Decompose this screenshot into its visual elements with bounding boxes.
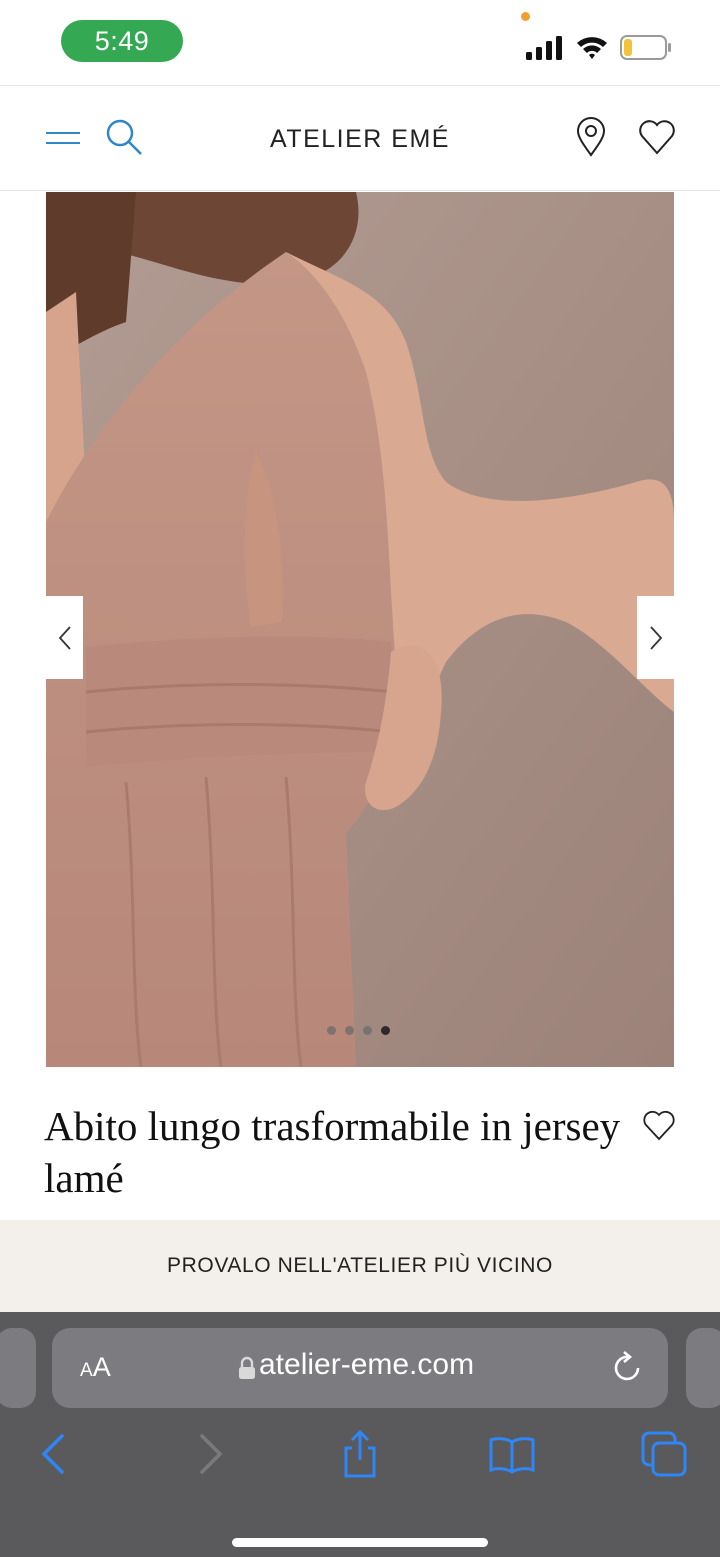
share-icon[interactable] [336,1430,384,1478]
product-photo [46,192,674,1067]
signal-icon [526,36,562,60]
add-to-wishlist-icon[interactable] [642,1110,676,1142]
carousel-dot[interactable] [363,1026,372,1035]
url-text: atelier-eme.com [259,1348,475,1381]
chevron-left-icon [58,625,71,650]
battery-icon [620,35,671,60]
next-image-button[interactable] [637,596,674,679]
brand-logo[interactable]: ATELIER EMÉ [0,125,720,154]
lock-icon [239,1356,255,1379]
forward-icon[interactable] [186,1430,234,1478]
home-indicator[interactable] [232,1538,488,1547]
product-image-carousel[interactable] [46,192,674,1067]
chevron-right-icon [649,625,662,650]
tabs-icon[interactable] [640,1430,688,1478]
reader-settings-button[interactable]: AA [80,1352,111,1383]
location-icon[interactable] [574,117,608,157]
status-bar: 5:49 [0,0,720,86]
carousel-pagination [327,1026,390,1035]
wishlist-icon[interactable] [637,117,677,157]
bookmarks-icon[interactable] [488,1430,536,1478]
carousel-dot-active[interactable] [381,1026,390,1035]
address-bar[interactable]: AA atelier-eme.com [52,1328,668,1408]
clock: 5:49 [61,20,183,62]
next-tab-preview[interactable] [686,1328,720,1408]
reload-icon[interactable] [612,1350,644,1384]
try-in-atelier-button[interactable]: PROVALO NELL'ATELIER PIÙ VICINO [0,1220,720,1312]
carousel-dot[interactable] [327,1026,336,1035]
product-title: Abito lungo trasformabile in jersey lamé [44,1103,621,1201]
wifi-icon [577,37,607,59]
carousel-dot[interactable] [345,1026,354,1035]
site-header: ATELIER EMÉ [0,87,720,191]
privacy-indicator-dot [521,12,530,21]
browser-toolbar: AA atelier-eme.com [0,1312,720,1557]
back-icon[interactable] [30,1430,78,1478]
previous-tab-preview[interactable] [0,1328,36,1408]
previous-image-button[interactable] [46,596,83,679]
